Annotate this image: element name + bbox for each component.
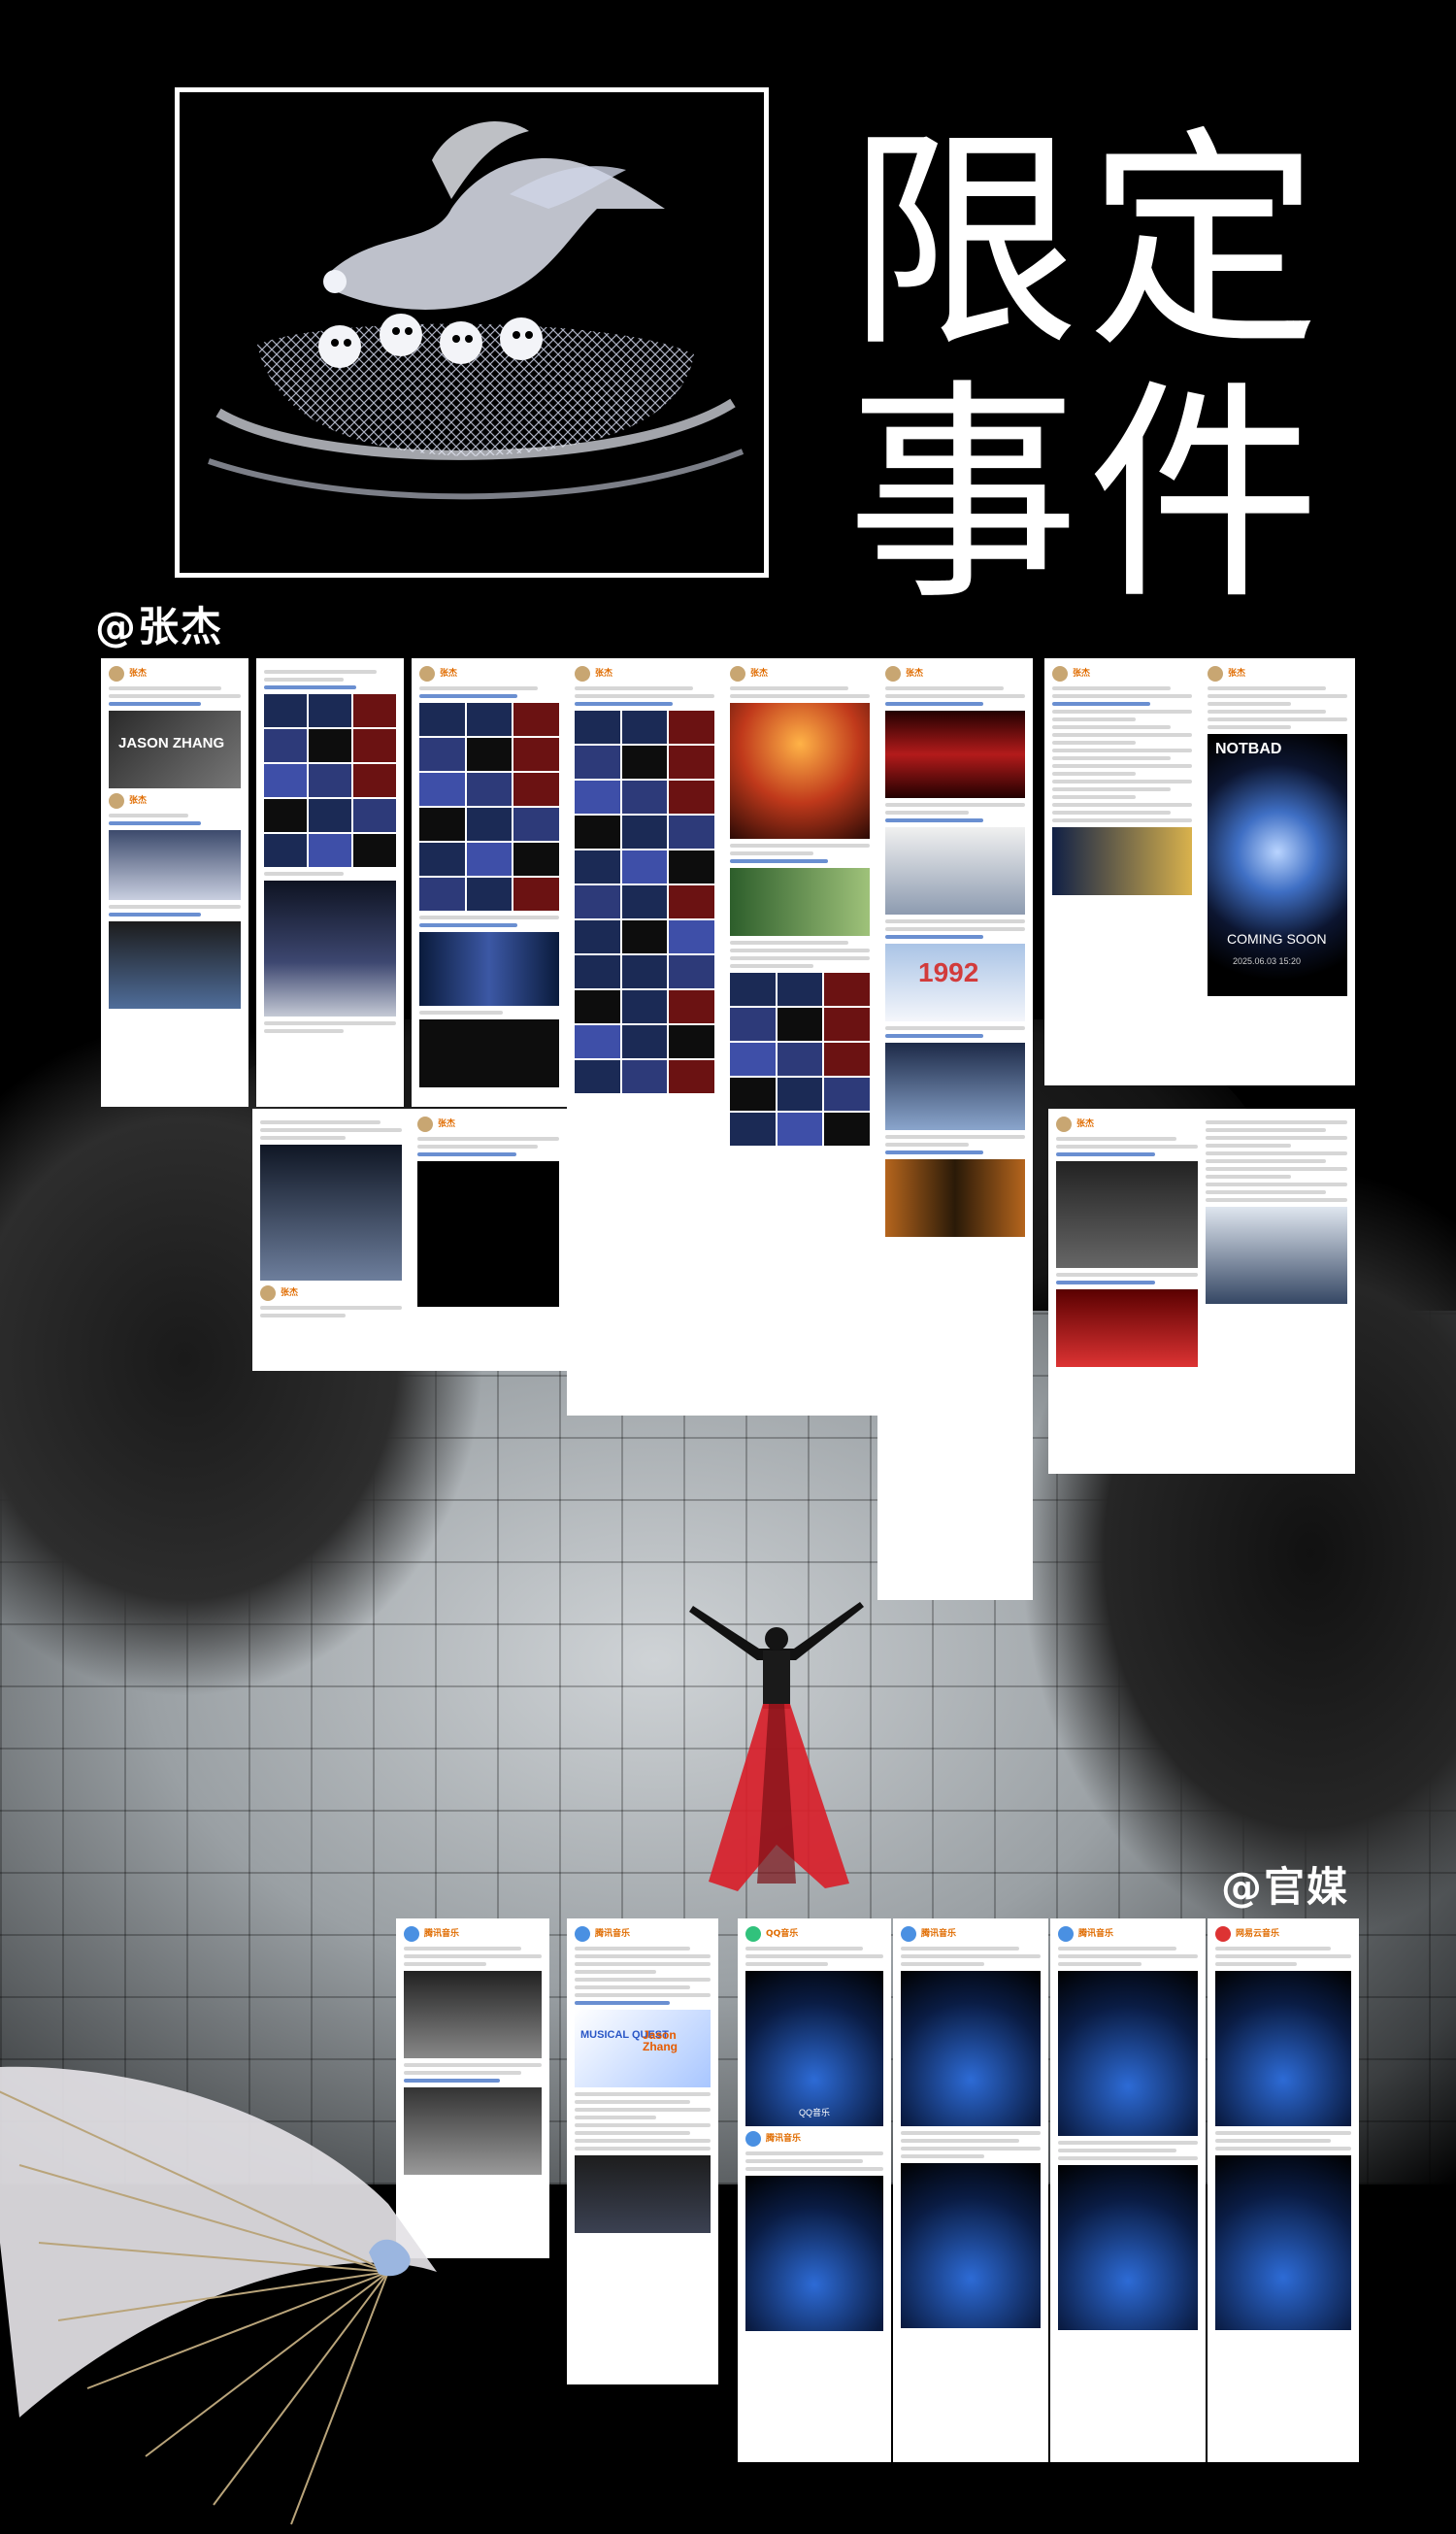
jason-banner: JASON ZHANG [118,735,225,751]
page-title: 限定 事件 [846,117,1390,621]
weibo-post-card: 张杰 [1048,1109,1355,1474]
author-name: 张杰 [440,669,458,679]
media-post-card: 网易云音乐 [1208,1918,1359,2462]
weibo-post-card [256,658,404,1107]
weibo-post-card: 张杰 1992 [877,658,1033,1600]
weibo-post-card: 张杰 [412,658,567,1107]
weibo-post-card: 张杰 [410,1109,567,1371]
coming-date: 2025.06.03 15:20 [1233,956,1302,966]
qq-music-label: QQ音乐 [799,2108,831,2117]
author-name: 张杰 [1073,669,1091,679]
weibo-post-card: 张杰 [567,658,722,1416]
moon-image: QQ音乐 [745,1971,883,2126]
notbad-poster: NOTBAD COMING SOON 2025.06.03 15:20 [1208,734,1347,996]
weibo-post-card: 张杰 [252,1109,410,1371]
avatar [109,666,124,682]
bird-nest-illustration [208,121,745,500]
media-name: QQ音乐 [766,1929,799,1939]
media-name: 腾讯音乐 [921,1929,957,1939]
performer-figure [689,1602,864,1891]
author-name: 张杰 [129,669,148,679]
number-banner: 1992 [918,957,979,987]
weibo-post-card: 张杰 NOTBAD COMING SOON 2025.06.03 15:20 [1200,658,1355,1085]
author-name: 张杰 [281,1288,299,1298]
author-name: 张杰 [438,1119,456,1129]
paper-umbrella [0,2066,437,2525]
title-line-1: 限定 [846,107,1329,379]
media-post-card: 腾讯音乐 [1050,1918,1206,2462]
author-name: 张杰 [595,669,613,679]
media-name: 网易云音乐 [1236,1929,1280,1939]
media-name: 腾讯音乐 [1078,1929,1114,1939]
weibo-post-card: 张杰 [722,658,877,1416]
media-name: 腾讯音乐 [424,1929,460,1939]
bird-nest-artwork [175,87,769,578]
post-image: JASON ZHANG [109,711,241,788]
media-post-card: 腾讯音乐 MUSICAL QUEST Jason Zhang [567,1918,718,2384]
weibo-post-card: 张杰 [1044,658,1200,1085]
post-header: 张杰 [109,666,241,682]
media-post-card: QQ音乐 QQ音乐 腾讯音乐 [738,1918,891,2462]
post-image: 1992 [885,944,1025,1021]
weibo-post-card: 张杰 JASON ZHANG 张杰 [101,658,248,1107]
notbad-brand: NOTBAD [1215,741,1282,757]
author-name: 张杰 [1228,669,1246,679]
title-line-2: 事件 [846,359,1329,631]
author-name: 张杰 [906,669,924,679]
artist-handle: @张杰 [95,603,224,650]
musical-quest-image: MUSICAL QUEST Jason Zhang [575,2010,711,2087]
jason-zhang-label: Jason Zhang [643,2028,678,2053]
media-post-card: 腾讯音乐 [893,1918,1048,2462]
author-name: 张杰 [750,669,769,679]
media-name: 腾讯音乐 [766,2134,802,2144]
coming-soon-label: COMING SOON [1227,931,1327,947]
author-name: 张杰 [129,796,148,806]
author-name: 张杰 [1076,1119,1095,1129]
media-handle: @官媒 [1221,1863,1350,1911]
media-name: 腾讯音乐 [595,1929,631,1939]
